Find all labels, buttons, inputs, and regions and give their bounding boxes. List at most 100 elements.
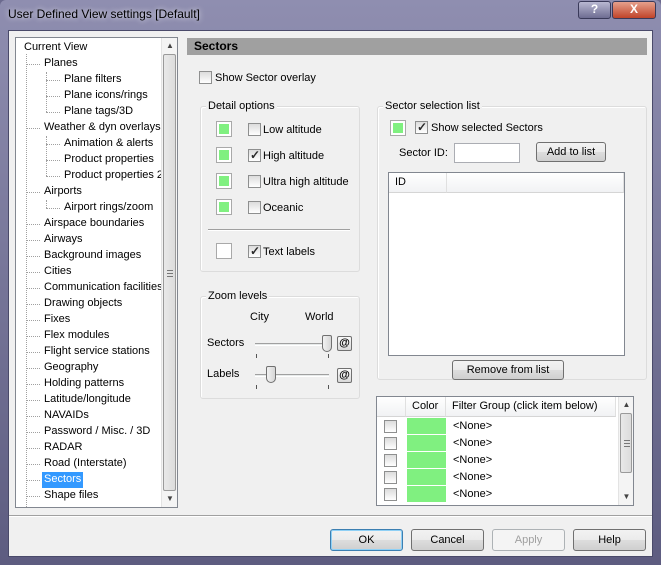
tree-item-cities[interactable]: Cities — [42, 264, 74, 280]
tree-item-product-properties[interactable]: Product properties — [62, 152, 156, 168]
help-title-button[interactable]: ? — [578, 1, 611, 19]
remove-from-list-button[interactable]: Remove from list — [452, 360, 564, 380]
close-button[interactable]: X — [612, 1, 656, 19]
tree-connector — [46, 136, 47, 176]
tree-item-plane-icons-rings[interactable]: Plane icons/rings — [62, 88, 150, 104]
oceanic-color-swatch[interactable] — [216, 199, 232, 215]
low-altitude-checkbox[interactable] — [248, 123, 261, 136]
tree-item-latitude-longitude[interactable]: Latitude/longitude — [42, 392, 133, 408]
filter-row-checkbox[interactable] — [384, 420, 397, 433]
filter-row-group[interactable]: <None> — [453, 420, 492, 433]
tree-item-drawing-objects[interactable]: Drawing objects — [42, 296, 124, 312]
tree-item-flight-service-stations[interactable]: Flight service stations — [42, 344, 152, 360]
show-sector-overlay-label: Show Sector overlay — [215, 72, 316, 84]
detail-separator — [208, 229, 350, 231]
text-labels-checkbox[interactable] — [248, 244, 261, 258]
tree-item-flex-modules[interactable]: Flex modules — [42, 328, 111, 344]
tree-item-radar[interactable]: RADAR — [42, 440, 85, 456]
tree-item-sectors[interactable]: Sectors — [42, 472, 84, 488]
tree-item-background-images[interactable]: Background images — [42, 248, 143, 264]
filter-row-group[interactable]: <None> — [453, 471, 492, 484]
oceanic-label: Oceanic — [263, 202, 304, 214]
add-to-list-button[interactable]: Add to list — [536, 142, 606, 162]
tree-scrollbar[interactable]: ▲ ▼ — [161, 38, 177, 507]
ultra-high-altitude-checkbox[interactable] — [248, 175, 261, 188]
sectors-zoom-slider[interactable] — [322, 335, 332, 352]
tree-item-plane-tags-3d[interactable]: Plane tags/3D — [62, 104, 135, 120]
scroll-down-icon[interactable]: ▼ — [162, 491, 177, 507]
apply-button[interactable]: Apply — [492, 529, 565, 551]
ultra-high-altitude-color-swatch[interactable] — [216, 173, 232, 189]
detail-options-title: Detail options — [206, 100, 277, 113]
filter-row-group[interactable]: <None> — [453, 437, 492, 450]
list-header-id[interactable]: ID — [389, 173, 447, 193]
sector-id-list[interactable]: ID — [388, 172, 625, 356]
filter-header-group[interactable]: Filter Group (click item below) — [446, 397, 616, 417]
labels-zoom-slider[interactable] — [266, 366, 276, 383]
help-button[interactable]: Help — [573, 529, 646, 551]
tree-item-current-view[interactable]: Current View — [22, 40, 89, 56]
filter-scroll-thumb[interactable] — [620, 413, 632, 473]
tree-item-fixes[interactable]: Fixes — [42, 312, 72, 328]
high-altitude-color-swatch[interactable] — [216, 147, 232, 163]
filter-row-group[interactable]: <None> — [453, 454, 492, 467]
tree-item-password-misc-3d[interactable]: Password / Misc. / 3D — [42, 424, 152, 440]
filter-row-checkbox[interactable] — [384, 471, 397, 484]
filter-row-checkbox[interactable] — [384, 488, 397, 501]
filter-scroll-down-icon[interactable]: ▼ — [619, 489, 633, 505]
sectors-zoom-tick — [328, 354, 329, 358]
tree-connector — [26, 192, 40, 193]
tree-item-airspace-boundaries[interactable]: Airspace boundaries — [42, 216, 146, 232]
tree-item-navaids[interactable]: NAVAIDs — [42, 408, 91, 424]
tree-connector — [26, 432, 40, 433]
tree-connector — [46, 112, 60, 113]
sectors-zoom-at-button[interactable]: @ — [337, 336, 352, 351]
filter-row-color[interactable] — [407, 486, 446, 502]
show-selected-sectors-label: Show selected Sectors — [431, 122, 543, 134]
filter-row-color[interactable] — [407, 452, 446, 468]
tree-item-product-properties-2[interactable]: Product properties 2 — [62, 168, 162, 184]
tree-item-road-interstate[interactable]: Road (Interstate) — [42, 456, 129, 472]
tree-connector — [26, 336, 40, 337]
zoom-levels-title: Zoom levels — [206, 290, 270, 303]
tree-item-holding-patterns[interactable]: Holding patterns — [42, 376, 126, 392]
filter-group-list[interactable]: Color Filter Group (click item below) <N… — [376, 396, 634, 506]
scroll-thumb[interactable] — [163, 54, 176, 491]
tree-item-geography[interactable]: Geography — [42, 360, 100, 376]
filter-row-color[interactable] — [407, 469, 446, 485]
filter-row-checkbox[interactable] — [384, 454, 397, 467]
cancel-button[interactable]: Cancel — [411, 529, 484, 551]
zoom-city-label: City — [250, 311, 269, 323]
low-altitude-color-swatch[interactable] — [216, 121, 232, 137]
tree-item-communication-facilities[interactable]: Communication facilities — [42, 280, 162, 296]
tree-item-airport-rings-zoom[interactable]: Airport rings/zoom — [62, 200, 155, 216]
tree-items: Current View Planes Plane filters Plane ico… — [16, 38, 162, 507]
filter-scroll-up-icon[interactable]: ▲ — [619, 397, 633, 413]
text-labels-color-swatch[interactable] — [216, 243, 232, 259]
filter-row-checkbox[interactable] — [384, 437, 397, 450]
filter-header-color[interactable]: Color — [406, 397, 446, 417]
filter-row-group[interactable]: <None> — [453, 488, 492, 501]
ok-button[interactable]: OK — [330, 529, 403, 551]
selected-sectors-color-swatch[interactable] — [390, 120, 406, 136]
tree-item-plane-filters[interactable]: Plane filters — [62, 72, 123, 88]
tree-item-weather-dyn-overlays[interactable]: Weather & dyn overlays — [42, 120, 162, 136]
show-sector-overlay-checkbox[interactable] — [199, 71, 212, 84]
tree-item-shape-files[interactable]: Shape files — [42, 488, 100, 504]
tree-item-animation-alerts[interactable]: Animation & alerts — [62, 136, 155, 152]
settings-tree[interactable]: Current View Planes Plane filters Plane ico… — [15, 37, 178, 508]
title-bar[interactable]: User Defined View settings [Default] ? X — [0, 0, 661, 30]
filter-scrollbar[interactable]: ▲ ▼ — [618, 397, 633, 505]
scroll-up-icon[interactable]: ▲ — [162, 38, 177, 54]
oceanic-checkbox[interactable] — [248, 201, 261, 214]
tree-item-airports[interactable]: Airports — [42, 184, 84, 200]
tree-item-planes[interactable]: Planes — [42, 56, 80, 72]
show-selected-sectors-checkbox[interactable] — [415, 120, 428, 134]
labels-zoom-at-button[interactable]: @ — [337, 368, 352, 383]
filter-row-color[interactable] — [407, 435, 446, 451]
sector-id-input[interactable] — [454, 143, 520, 163]
filter-row-color[interactable] — [407, 418, 446, 434]
high-altitude-checkbox[interactable] — [248, 148, 261, 162]
tree-item-airways[interactable]: Airways — [42, 232, 85, 248]
sectors-zoom-track[interactable] — [255, 343, 329, 346]
